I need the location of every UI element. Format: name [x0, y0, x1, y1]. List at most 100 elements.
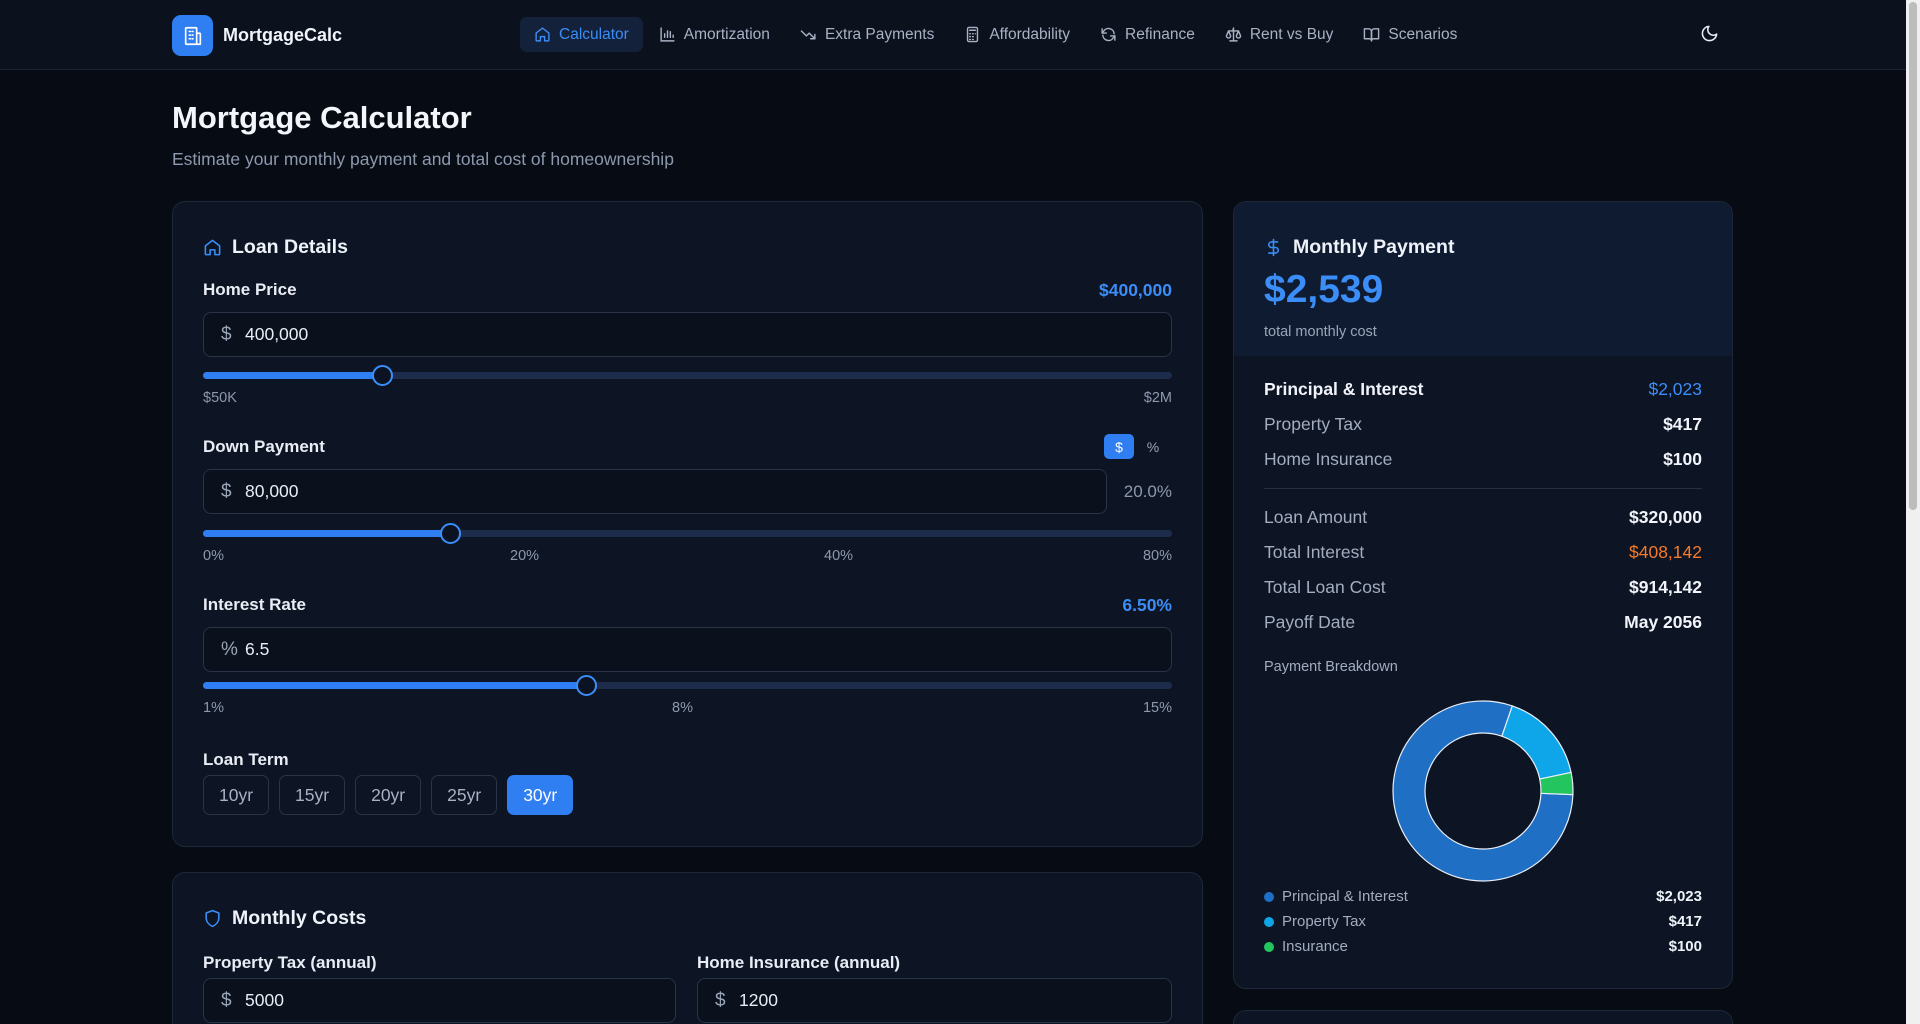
monthly-payment-heading: Monthly Payment	[1264, 236, 1454, 259]
percent-icon: %	[221, 638, 238, 660]
down-payment-tick: 80%	[1142, 548, 1172, 564]
home-price-input[interactable]: $ 400,000	[203, 312, 1172, 357]
home-price-value: 400,000	[245, 324, 309, 344]
down-payment-tick: 40%	[824, 548, 854, 564]
refresh-icon	[1101, 27, 1116, 42]
brand[interactable]: MortgageCalc	[172, 15, 342, 56]
dollar-icon: $	[715, 989, 726, 1011]
property-tax-label: Property Tax (annual)	[203, 953, 377, 972]
down-payment-slider[interactable]	[203, 523, 1172, 544]
down-payment-input[interactable]: $ 80,000	[203, 469, 1107, 514]
bar-chart-icon	[660, 27, 675, 42]
total-label: Payoff Date	[1264, 612, 1356, 632]
dollar-sign-icon	[1267, 238, 1279, 257]
total-value: $320,000	[1629, 507, 1702, 527]
divider	[1264, 488, 1702, 489]
total-row: Loan Amount $320,000	[1264, 507, 1702, 528]
home-insurance-label: Home Insurance (annual)	[697, 953, 901, 972]
loan-term-10yr[interactable]: 10yr	[203, 775, 270, 815]
home-price-slider[interactable]	[203, 365, 1172, 386]
down-payment-tick: 20%	[510, 548, 540, 564]
nav-extra-payments[interactable]: Extra Payments	[786, 17, 948, 52]
total-row: Total Interest $408,142	[1264, 542, 1702, 563]
breakdown-value: $2,023	[1648, 379, 1702, 399]
nav-scenarios-label: Scenarios	[1388, 25, 1458, 43]
loan-term-15yr[interactable]: 15yr	[279, 775, 346, 815]
down-payment-percent-mode[interactable]: %	[1138, 434, 1168, 459]
scale-icon	[1225, 27, 1242, 42]
nav-calculator[interactable]: Calculator	[520, 17, 643, 52]
monthly-costs-title: Monthly Costs	[232, 907, 367, 929]
home-icon	[204, 239, 221, 256]
dollar-icon: $	[221, 323, 232, 345]
shield-icon	[205, 909, 220, 928]
legend-label: Principal & Interest	[1282, 888, 1408, 905]
home-insurance-value: 1200	[739, 990, 778, 1010]
down-payment-slider-thumb[interactable]	[440, 523, 462, 544]
monthly-payment-title: Monthly Payment	[1293, 236, 1455, 258]
nav-rent-vs-buy[interactable]: Rent vs Buy	[1211, 17, 1348, 52]
total-label: Total Interest	[1264, 542, 1365, 562]
breakdown-value: $100	[1663, 449, 1702, 469]
legend-value: $100	[1668, 938, 1702, 955]
breakdown-row: Property Tax $417	[1264, 414, 1702, 435]
nav-scenarios[interactable]: Scenarios	[1349, 17, 1471, 52]
trending-down-icon	[800, 30, 816, 40]
loan-term-label: Loan Term	[203, 750, 289, 769]
home-price-min: $50K	[203, 390, 237, 406]
loan-term-20yr[interactable]: 20yr	[355, 775, 422, 815]
down-payment-mode-toggle: $ %	[1104, 434, 1172, 459]
home-price-max: $2M	[1143, 390, 1172, 406]
property-tax-value: 5000	[245, 990, 284, 1010]
page-subtitle: Estimate your monthly payment and total …	[172, 149, 674, 169]
legend-row: Property Tax $417	[1264, 913, 1702, 930]
breakdown-row: Principal & Interest $2,023	[1264, 379, 1702, 400]
page-title: Mortgage Calculator	[172, 100, 472, 135]
loan-term-30yr[interactable]: 30yr	[507, 775, 574, 815]
nav-extra-payments-label: Extra Payments	[824, 25, 935, 43]
breakdown-row: Home Insurance $100	[1264, 449, 1702, 470]
theme-toggle-button[interactable]	[1700, 24, 1719, 48]
nav-affordability-label: Affordability	[989, 25, 1071, 43]
home-price-slider-thumb[interactable]	[372, 365, 394, 386]
nav-affordability[interactable]: Affordability	[950, 17, 1084, 52]
interest-rate-input[interactable]: % 6.5	[203, 627, 1172, 672]
property-tax-input[interactable]: $ 5000	[203, 978, 676, 1023]
interest-rate-slider[interactable]	[203, 675, 1172, 696]
interest-rate-slider-thumb[interactable]	[575, 675, 597, 696]
loan-term-options: 10yr 15yr 20yr 25yr 30yr	[203, 775, 583, 815]
interest-rate-tick: 15%	[1142, 700, 1172, 716]
loan-details-heading: Loan Details	[203, 236, 348, 259]
loan-term-25yr[interactable]: 25yr	[431, 775, 498, 815]
legend-value: $417	[1668, 913, 1702, 930]
interest-rate-tick: 8%	[672, 700, 693, 716]
home-insurance-input[interactable]: $ 1200	[697, 978, 1172, 1023]
down-payment-tick: 0%	[203, 548, 224, 564]
total-label: Loan Amount	[1264, 507, 1368, 527]
home-price-label: Home Price	[203, 280, 297, 299]
moon-icon	[1701, 25, 1718, 42]
nav-amortization[interactable]: Amortization	[645, 17, 784, 52]
down-payment-percent: 20.0%	[1123, 482, 1172, 501]
brand-name: MortgageCalc	[223, 25, 343, 45]
home-icon	[535, 27, 550, 42]
nav-refinance-label: Refinance	[1125, 25, 1195, 43]
nav-refinance[interactable]: Refinance	[1086, 17, 1209, 52]
payment-breakdown-donut-chart	[1392, 700, 1574, 882]
legend-row: Principal & Interest $2,023	[1264, 888, 1702, 905]
loan-details-card: Loan Details Home Price $400,000 $ 400,0…	[172, 201, 1203, 847]
scrollbar-thumb[interactable]	[1909, 2, 1917, 510]
legend-dot	[1264, 941, 1274, 952]
monthly-payment-card: Monthly Payment $2,539 total monthly cos…	[1233, 201, 1733, 989]
page-scrollbar[interactable]	[1906, 0, 1920, 1024]
monthly-payment-caption: total monthly cost	[1264, 324, 1377, 340]
down-payment-dollar-mode[interactable]: $	[1104, 434, 1134, 459]
legend-label: Insurance	[1282, 938, 1348, 955]
interest-rate-display: 6.50%	[1122, 595, 1172, 615]
breakdown-label: Home Insurance	[1264, 449, 1393, 469]
breakdown-label: Principal & Interest	[1264, 379, 1424, 399]
total-row: Total Loan Cost $914,142	[1264, 577, 1702, 598]
donut-slice-property-tax	[1501, 705, 1572, 780]
total-value: $408,142	[1629, 542, 1702, 562]
book-icon	[1364, 28, 1380, 42]
